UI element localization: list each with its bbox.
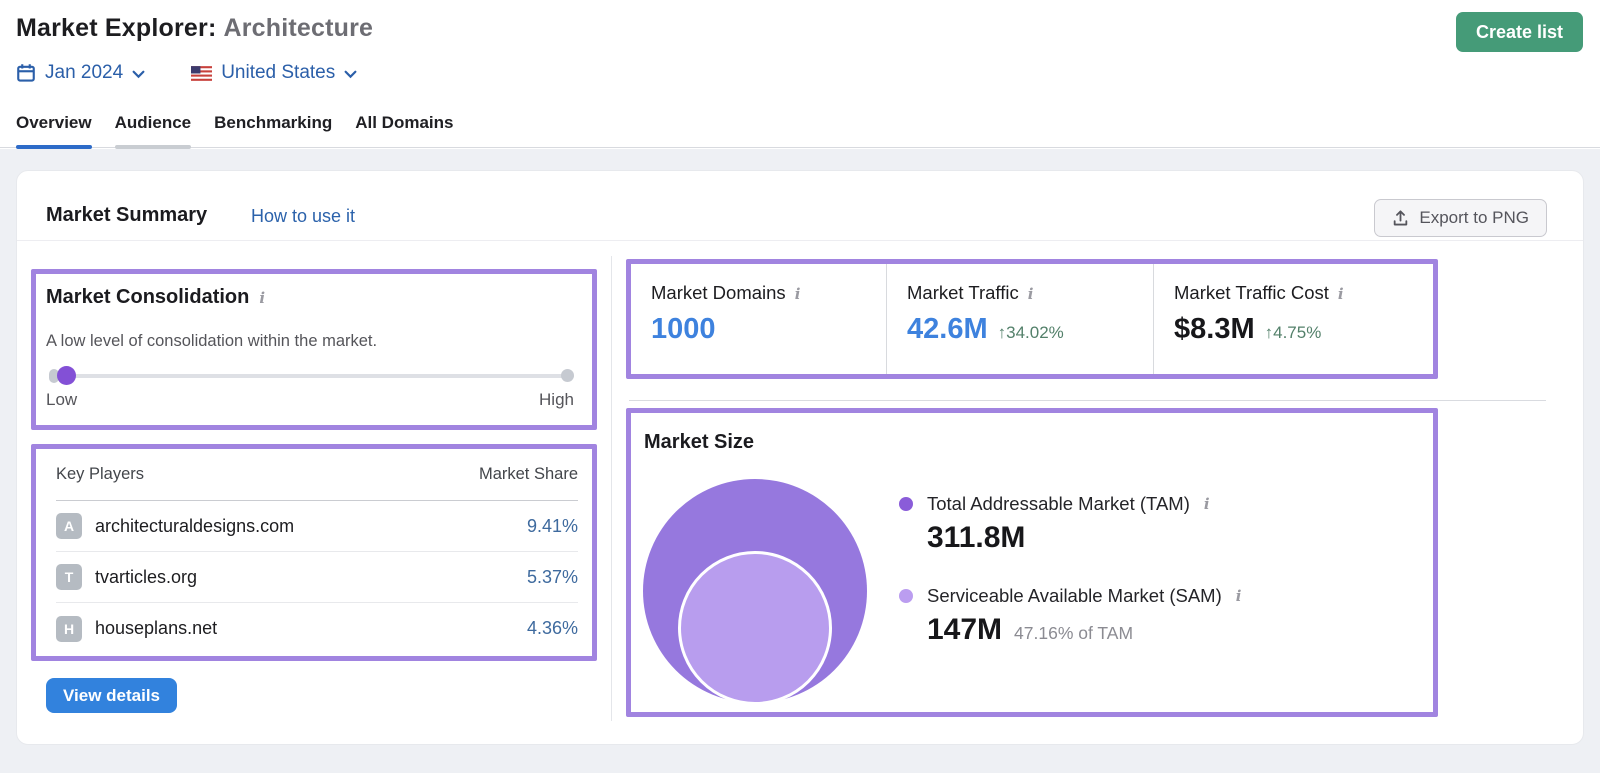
info-icon[interactable]: i: [259, 289, 265, 307]
create-list-button[interactable]: Create list: [1455, 12, 1583, 52]
table-row[interactable]: A architecturaldesigns.com 9.41%: [56, 501, 578, 552]
key-players-header: Key Players: [56, 465, 145, 483]
upload-icon: [1394, 209, 1408, 225]
create-list-label: Create list: [1475, 21, 1563, 42]
market-consolidation-panel: Market Consolidation i A low level of co…: [31, 269, 597, 430]
stat-label: Market Traffic Cost: [1174, 282, 1329, 303]
tab-bar: Overview Audience Benchmarking All Domai…: [0, 107, 1600, 149]
info-icon[interactable]: i: [1338, 285, 1344, 303]
gauge-scale: Low High: [46, 390, 574, 410]
market-stats-panel: Market Domains i 1000 Market Traffic i 4…: [626, 259, 1438, 379]
tab-audience[interactable]: Audience: [114, 107, 191, 149]
column-divider: [611, 256, 612, 721]
sam-value: 147M: [927, 613, 1003, 646]
key-players-header-row: Key Players Market Share: [56, 449, 578, 501]
card-header: Market Summary How to use it Export to P…: [17, 171, 1583, 241]
sam-legend-row: Serviceable Available Market (SAM) i: [899, 585, 1241, 607]
tam-legend-row: Total Addressable Market (TAM) i: [899, 493, 1210, 515]
stat-value: $8.3M: [1174, 313, 1255, 345]
domain-name[interactable]: tvarticles.org: [95, 567, 197, 588]
gauge-end-dot: [561, 369, 574, 382]
market-size-title: Market Size: [644, 431, 755, 453]
us-flag-icon: [191, 65, 213, 81]
market-share-value: 9.41%: [526, 515, 578, 536]
key-players-panel: Key Players Market Share A architectural…: [31, 444, 597, 661]
consolidation-title: Market Consolidation: [46, 286, 250, 308]
stat-value: 1000: [651, 313, 716, 345]
market-share-header: Market Share: [478, 465, 578, 483]
tam-legend-dot: [899, 497, 913, 511]
view-details-button[interactable]: View details: [46, 678, 178, 713]
gauge-low-label: Low: [46, 390, 78, 409]
tam-label: Total Addressable Market (TAM): [927, 493, 1190, 514]
domain-name[interactable]: houseplans.net: [95, 618, 217, 639]
section-divider: [629, 400, 1546, 401]
country-filter-label: United States: [221, 62, 336, 83]
consolidation-description: A low level of consolidation within the …: [46, 332, 378, 350]
tab-all-domains[interactable]: All Domains: [355, 107, 453, 147]
date-filter-dropdown[interactable]: Jan 2024: [16, 62, 145, 84]
consolidation-gauge: [49, 366, 574, 386]
market-summary-card: Market Summary How to use it Export to P…: [16, 170, 1584, 745]
export-to-png-button[interactable]: Export to PNG: [1374, 199, 1547, 237]
stats-row: Market Domains i 1000 Market Traffic i 4…: [631, 264, 1433, 374]
info-icon[interactable]: i: [1236, 587, 1242, 605]
calendar-icon: [17, 64, 35, 82]
gauge-high-label: High: [539, 390, 574, 409]
stat-label: Market Domains: [651, 282, 786, 303]
gauge-marker-current: [57, 366, 76, 385]
sam-legend-dot: [899, 589, 913, 603]
view-details-label: View details: [63, 685, 161, 705]
country-filter-dropdown[interactable]: United States: [191, 62, 357, 84]
table-row[interactable]: T tvarticles.org 5.37%: [56, 552, 578, 603]
sam-value-row: 147M 47.16% of TAM: [927, 613, 1133, 647]
page-title-prefix: Market Explorer:: [16, 14, 217, 42]
key-players-table: Key Players Market Share A architectural…: [56, 449, 578, 656]
info-icon[interactable]: i: [795, 285, 801, 303]
table-row[interactable]: H houseplans.net 4.36%: [56, 603, 578, 654]
export-to-png-label: Export to PNG: [1419, 208, 1529, 227]
sam-share-of-tam: 47.16% of TAM: [1014, 623, 1134, 643]
tab-overview[interactable]: Overview: [16, 107, 92, 149]
stat-market-traffic-cost: Market Traffic Cost i $8.3M ↑4.75%: [1153, 264, 1433, 374]
sam-label: Serviceable Available Market (SAM): [927, 585, 1222, 606]
info-icon[interactable]: i: [1204, 495, 1210, 513]
filter-bar: Jan 2024 United States: [16, 62, 357, 84]
stat-delta-up: ↑34.02%: [997, 323, 1064, 342]
gauge-track: [49, 374, 574, 378]
page-title: Market Explorer: Architecture: [16, 14, 373, 43]
consolidation-title-row: Market Consolidation i: [46, 286, 265, 309]
market-summary-title: Market Summary: [46, 204, 208, 226]
market-share-value: 4.36%: [526, 618, 578, 638]
tam-value: 311.8M: [927, 521, 1026, 554]
chevron-down-icon: [132, 70, 145, 78]
tab-benchmarking[interactable]: Benchmarking: [214, 107, 332, 147]
how-to-use-link[interactable]: How to use it: [251, 206, 355, 227]
market-explorer-page: Market Explorer: Architecture Create list…: [0, 0, 1600, 773]
domain-favicon-badge: A: [56, 513, 82, 539]
date-filter-label: Jan 2024: [45, 62, 124, 83]
stat-market-domains: Market Domains i 1000: [631, 264, 886, 374]
stat-delta-up: ↑4.75%: [1264, 323, 1322, 342]
stat-value: 42.6M: [907, 313, 988, 345]
market-share-value: 5.37%: [526, 566, 578, 587]
page-title-market: Architecture: [223, 14, 374, 42]
market-size-panel: Market Size Total Addressable Market (TA…: [626, 408, 1438, 717]
sam-bubble: [678, 551, 832, 705]
chevron-down-icon: [344, 70, 357, 78]
domain-name[interactable]: architecturaldesigns.com: [95, 516, 294, 537]
stat-label: Market Traffic: [907, 282, 1019, 303]
stat-market-traffic: Market Traffic i 42.6M ↑34.02%: [886, 264, 1153, 374]
domain-favicon-badge: H: [56, 615, 82, 642]
info-icon[interactable]: i: [1028, 285, 1034, 303]
domain-favicon-badge: T: [56, 564, 82, 590]
